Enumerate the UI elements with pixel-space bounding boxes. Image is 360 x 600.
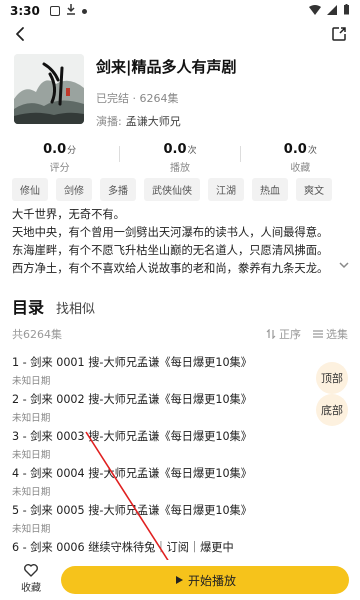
tag-list: 修仙 剑修 多播 武侠仙侠 江湖 热血 爽文: [12, 178, 348, 201]
sort-icon: [266, 329, 276, 339]
stat-value: 0.0: [283, 142, 307, 157]
select-label: 选集: [326, 328, 348, 341]
episode-date: 未知日期: [12, 487, 51, 498]
book-meta: 已完结 · 6264集: [96, 92, 179, 105]
catalog-header: 目录 找相似: [12, 294, 95, 318]
back-arrow-icon[interactable]: [12, 25, 30, 43]
episode-date: 未知日期: [12, 524, 51, 535]
tag-item[interactable]: 修仙: [12, 178, 48, 201]
list-item[interactable]: 2 - 剑来 0002 搜-大师兄孟谦《每日爆更10集》 未知日期: [12, 391, 348, 428]
episode-date: 未知日期: [12, 450, 51, 461]
list-item[interactable]: 1 - 剑来 0001 搜-大师兄孟谦《每日爆更10集》 未知日期: [12, 354, 348, 391]
stat-value: 0.0: [43, 142, 67, 157]
battery-icon: [343, 4, 350, 18]
select-episode-button[interactable]: 选集: [313, 326, 348, 342]
sort-label: 正序: [279, 328, 301, 341]
episode-title: 6 - 剑来 0006 继续守株待兔｜订阅｜爆更中: [12, 541, 234, 554]
list-icon: [313, 330, 323, 338]
description-line: 东海崖畔，有个不愿飞升枯坐山巅的无名道人，只愿清风拂面。: [12, 244, 329, 257]
description-line: 西方净土，有个不喜欢给人说故事的老和尚，豢养有九条天龙。: [12, 262, 329, 275]
play-label: 开始播放: [187, 573, 236, 588]
stat-rating: 0.0分 评分: [0, 138, 119, 174]
heart-icon: [24, 564, 38, 577]
stat-unit: 次: [307, 146, 317, 156]
status-dot-icon: [81, 8, 87, 14]
stat-value: 0.0: [163, 142, 187, 157]
list-item[interactable]: 5 - 剑来 0005 搜-大师兄孟谦《每日爆更10集》 未知日期: [12, 502, 348, 539]
tag-item[interactable]: 爽文: [296, 178, 332, 201]
status-time: 3:30: [10, 4, 40, 18]
notification-icon: [49, 6, 60, 16]
book-description[interactable]: 大千世界，无奇不有。 天地中央，有个曾用一剑劈出天河瀑布的读书人，人间最得意。 …: [12, 206, 348, 278]
episode-title: 4 - 剑来 0004 搜-大师兄孟谦《每日爆更10集》: [12, 467, 252, 480]
play-icon: [175, 576, 183, 584]
episode-title: 3 - 剑来 0003 搜-大师兄孟谦《每日爆更10集》: [12, 430, 252, 443]
tag-item[interactable]: 武侠仙侠: [144, 178, 200, 201]
stat-label: 播放: [169, 163, 190, 174]
catalog-title[interactable]: 目录: [12, 294, 44, 318]
episode-count: 共6264集: [12, 328, 62, 341]
caster-name[interactable]: 孟谦大师兄: [126, 115, 181, 128]
wifi-icon: [309, 4, 321, 18]
signal-icon: [327, 4, 337, 18]
tag-item[interactable]: 多播: [100, 178, 136, 201]
description-line: 天地中央，有个曾用一剑劈出天河瀑布的读书人，人间最得意。: [12, 226, 329, 239]
stat-unit: 次: [187, 146, 197, 156]
stat-unit: 分: [67, 146, 77, 156]
share-icon[interactable]: [330, 25, 348, 43]
find-similar-tab[interactable]: 找相似: [56, 298, 95, 317]
bottom-bar: 收藏 开始播放: [0, 560, 360, 600]
chevron-down-icon[interactable]: [338, 256, 350, 269]
tag-item[interactable]: 江湖: [208, 178, 244, 201]
scroll-top-button[interactable]: 顶部: [316, 362, 348, 394]
stat-label: 评分: [49, 163, 70, 174]
episode-list: 1 - 剑来 0001 搜-大师兄孟谦《每日爆更10集》 未知日期 2 - 剑来…: [12, 354, 348, 576]
top-nav: [0, 22, 360, 48]
status-bar: 3:30: [0, 0, 360, 22]
book-cover: [14, 54, 84, 124]
tag-item[interactable]: 热血: [252, 178, 288, 201]
favorite-label: 收藏: [21, 583, 41, 594]
tag-item[interactable]: 剑修: [56, 178, 92, 201]
sort-order-button[interactable]: 正序: [266, 326, 301, 342]
scroll-bottom-button[interactable]: 底部: [316, 394, 348, 426]
stat-label: 收藏: [290, 163, 311, 174]
episode-date: 未知日期: [12, 376, 51, 387]
episode-title: 2 - 剑来 0002 搜-大师兄孟谦《每日爆更10集》: [12, 393, 252, 406]
book-cast: 演播: 孟谦大师兄: [96, 113, 181, 129]
description-line: 大千世界，无奇不有。: [12, 208, 125, 221]
list-item[interactable]: 3 - 剑来 0003 搜-大师兄孟谦《每日爆更10集》 未知日期: [12, 428, 348, 465]
episode-count-row: 共6264集 正序 选集: [12, 326, 348, 342]
start-play-button[interactable]: 开始播放: [61, 566, 349, 594]
episode-title: 5 - 剑来 0005 搜-大师兄孟谦《每日爆更10集》: [12, 504, 252, 517]
cast-label: 演播:: [96, 115, 122, 128]
favorite-button[interactable]: 收藏: [14, 562, 48, 594]
episode-title: 1 - 剑来 0001 搜-大师兄孟谦《每日爆更10集》: [12, 356, 252, 369]
stats-row: 0.0分 评分 0.0次 播放 0.0次 收藏: [0, 138, 360, 174]
episode-date: 未知日期: [12, 413, 51, 424]
download-icon: [66, 4, 76, 18]
stat-favorites: 0.0次 收藏: [241, 138, 360, 174]
list-item[interactable]: 4 - 剑来 0004 搜-大师兄孟谦《每日爆更10集》 未知日期: [12, 465, 348, 502]
stat-plays: 0.0次 播放: [120, 138, 239, 174]
book-title: 剑来|精品多人有声剧: [96, 58, 237, 76]
